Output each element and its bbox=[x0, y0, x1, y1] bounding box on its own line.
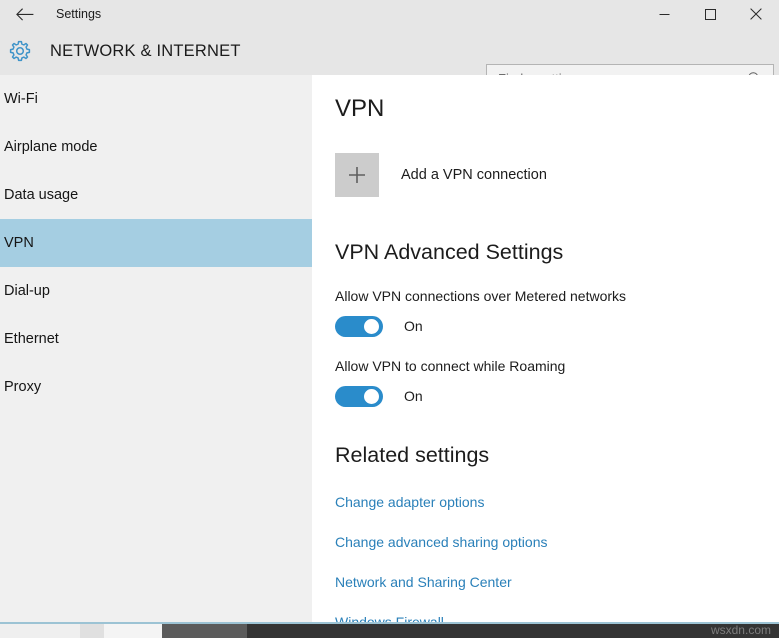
link-change-advanced-sharing-options[interactable]: Change advanced sharing options bbox=[335, 534, 548, 550]
window-title: Settings bbox=[56, 0, 101, 28]
sidebar-nav: Wi-Fi Airplane mode Data usage VPN Dial-… bbox=[0, 75, 312, 622]
related-settings-heading: Related settings bbox=[335, 443, 489, 468]
sidebar-item-label: Wi-Fi bbox=[4, 91, 38, 107]
sidebar-item-wi-fi[interactable]: Wi-Fi bbox=[0, 75, 312, 123]
toggle-knob bbox=[364, 389, 379, 404]
taskbar-segment bbox=[247, 624, 779, 638]
toggle-knob bbox=[364, 319, 379, 334]
add-vpn-connection-label: Add a VPN connection bbox=[401, 167, 547, 183]
sidebar-item-label: Dial-up bbox=[4, 283, 50, 299]
taskbar-segment bbox=[162, 624, 247, 638]
sidebar-item-dial-up[interactable]: Dial-up bbox=[0, 267, 312, 315]
plus-icon bbox=[335, 153, 379, 197]
sidebar-item-data-usage[interactable]: Data usage bbox=[0, 171, 312, 219]
main-content: VPN Add a VPN connection VPN Advanced Se… bbox=[312, 75, 779, 622]
metered-networks-label: Allow VPN connections over Metered netwo… bbox=[335, 288, 626, 304]
sidebar-item-label: Airplane mode bbox=[4, 139, 98, 155]
taskbar: wsxdn.com bbox=[0, 622, 779, 638]
taskbar-segment bbox=[80, 624, 104, 638]
sidebar-item-ethernet[interactable]: Ethernet bbox=[0, 315, 312, 363]
close-icon[interactable] bbox=[733, 0, 779, 28]
roaming-label: Allow VPN to connect while Roaming bbox=[335, 358, 565, 374]
page-title: NETWORK & INTERNET bbox=[50, 28, 241, 75]
minimize-icon[interactable] bbox=[641, 0, 687, 28]
add-vpn-connection-button[interactable]: Add a VPN connection bbox=[335, 153, 547, 197]
link-change-adapter-options[interactable]: Change adapter options bbox=[335, 494, 484, 510]
taskbar-segment bbox=[104, 624, 162, 638]
sidebar-item-label: Proxy bbox=[4, 379, 41, 395]
link-network-and-sharing-center[interactable]: Network and Sharing Center bbox=[335, 574, 512, 590]
page-header: NETWORK & INTERNET bbox=[0, 28, 779, 75]
sidebar-item-vpn[interactable]: VPN bbox=[0, 219, 312, 267]
maximize-icon[interactable] bbox=[687, 0, 733, 28]
back-arrow-icon[interactable] bbox=[8, 0, 42, 28]
toggle-switch bbox=[335, 316, 383, 337]
metered-networks-toggle[interactable]: On bbox=[335, 315, 423, 337]
metered-networks-state: On bbox=[404, 318, 423, 334]
sidebar-item-label: Ethernet bbox=[4, 331, 59, 347]
window-controls bbox=[641, 0, 779, 28]
roaming-toggle[interactable]: On bbox=[335, 385, 423, 407]
vpn-advanced-settings-heading: VPN Advanced Settings bbox=[335, 240, 563, 265]
vpn-heading: VPN bbox=[335, 95, 384, 123]
link-windows-firewall[interactable]: Windows Firewall bbox=[335, 614, 444, 622]
watermark: wsxdn.com bbox=[711, 623, 771, 637]
toggle-switch bbox=[335, 386, 383, 407]
title-bar: Settings bbox=[0, 0, 779, 28]
gear-icon bbox=[6, 37, 34, 65]
sidebar-item-proxy[interactable]: Proxy bbox=[0, 363, 312, 411]
taskbar-segment bbox=[0, 624, 80, 638]
roaming-state: On bbox=[404, 388, 423, 404]
settings-window: Settings bbox=[0, 0, 779, 638]
sidebar-item-airplane-mode[interactable]: Airplane mode bbox=[0, 123, 312, 171]
sidebar-item-label: Data usage bbox=[4, 187, 78, 203]
sidebar-item-label: VPN bbox=[4, 235, 34, 251]
